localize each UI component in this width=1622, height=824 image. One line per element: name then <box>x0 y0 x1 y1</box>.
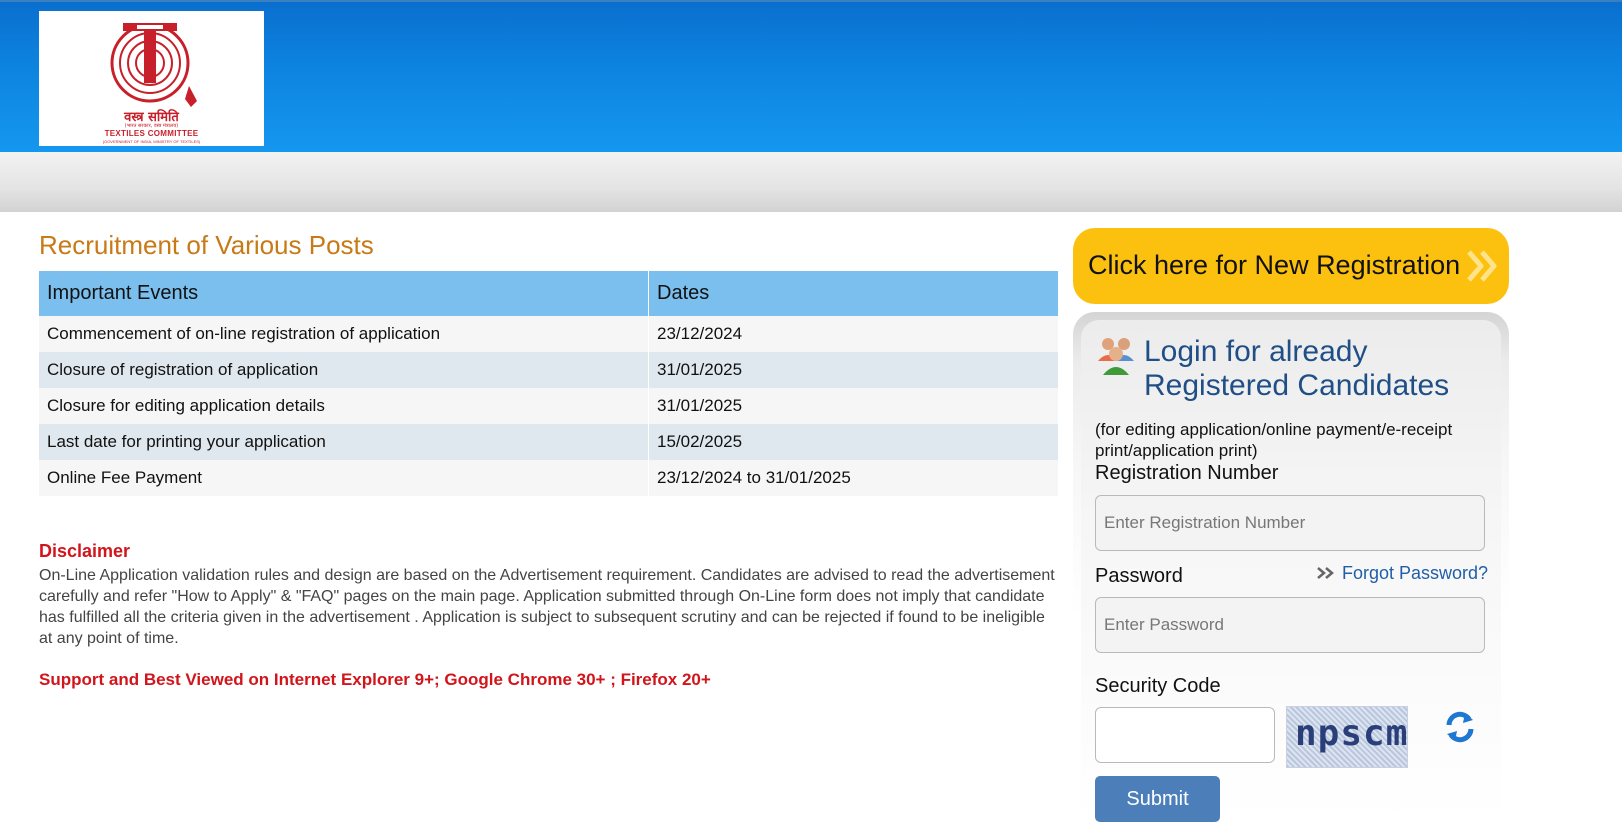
login-title: Login for already Registered Candidates <box>1144 335 1450 402</box>
event-cell: Last date for printing your application <box>39 424 649 460</box>
table-header-row: Important Events Dates <box>39 271 1059 316</box>
column-header-events: Important Events <box>39 271 649 316</box>
logo-org-subtitle: (GOVERNMENT OF INDIA, MINISTRY OF TEXTIL… <box>102 139 201 144</box>
table-row: Closure of registration of application 3… <box>39 352 1059 388</box>
logo-org-name: TEXTILES COMMITTEE <box>104 129 199 138</box>
forgot-password-label: Forgot Password? <box>1342 563 1489 583</box>
table-row: Commencement of on-line registration of … <box>39 316 1059 352</box>
password-input[interactable] <box>1095 597 1485 653</box>
table-row: Closure for editing application details … <box>39 388 1059 424</box>
textiles-committee-logo[interactable]: वस्त्र समिति (भारत सरकार, वस्त्र मंत्राल… <box>39 11 264 146</box>
important-events-table: Important Events Dates Commencement of o… <box>39 271 1059 496</box>
security-code-input[interactable] <box>1095 707 1275 763</box>
registration-number-input[interactable] <box>1095 495 1485 551</box>
date-cell: 23/12/2024 <box>648 316 1059 352</box>
captcha-text: npscm <box>1295 713 1409 754</box>
disclaimer-text: On-Line Application validation rules and… <box>39 567 1055 647</box>
registration-number-label: Registration Number <box>1095 462 1279 484</box>
double-chevron-right-icon <box>1317 567 1334 579</box>
column-header-dates: Dates <box>648 271 1059 316</box>
login-description: (for editing application/online payment/… <box>1095 420 1453 460</box>
double-chevron-right-icon <box>1467 250 1497 282</box>
logo-emblem-icon <box>110 23 197 107</box>
event-cell: Commencement of on-line registration of … <box>39 316 649 352</box>
password-label: Password <box>1095 565 1183 587</box>
nav-bar <box>0 152 1622 212</box>
disclaimer-title: Disclaimer <box>39 541 131 561</box>
captcha-image: npscm <box>1286 706 1408 768</box>
event-cell: Online Fee Payment <box>39 460 649 496</box>
page-title: Recruitment of Various Posts <box>39 230 374 260</box>
refresh-icon[interactable] <box>1444 710 1476 744</box>
date-cell: 23/12/2024 to 31/01/2025 <box>648 460 1059 496</box>
new-registration-button[interactable]: Click here for New Registration <box>1073 228 1509 304</box>
date-cell: 31/01/2025 <box>648 352 1059 388</box>
browser-support-text: Support and Best Viewed on Internet Expl… <box>39 670 711 689</box>
table-row: Last date for printing your application … <box>39 424 1059 460</box>
site-header: वस्त्र समिति (भारत सरकार, वस्त्र मंत्राल… <box>0 0 1622 152</box>
submit-button[interactable]: Submit <box>1095 776 1220 822</box>
security-code-label: Security Code <box>1095 675 1221 697</box>
date-cell: 31/01/2025 <box>648 388 1059 424</box>
table-row: Online Fee Payment 23/12/2024 to 31/01/2… <box>39 460 1059 496</box>
event-cell: Closure for editing application details <box>39 388 649 424</box>
new-registration-label: Click here for New Registration <box>1088 250 1461 280</box>
date-cell: 15/02/2025 <box>648 424 1059 460</box>
users-icon <box>1098 338 1134 375</box>
event-cell: Closure of registration of application <box>39 352 649 388</box>
